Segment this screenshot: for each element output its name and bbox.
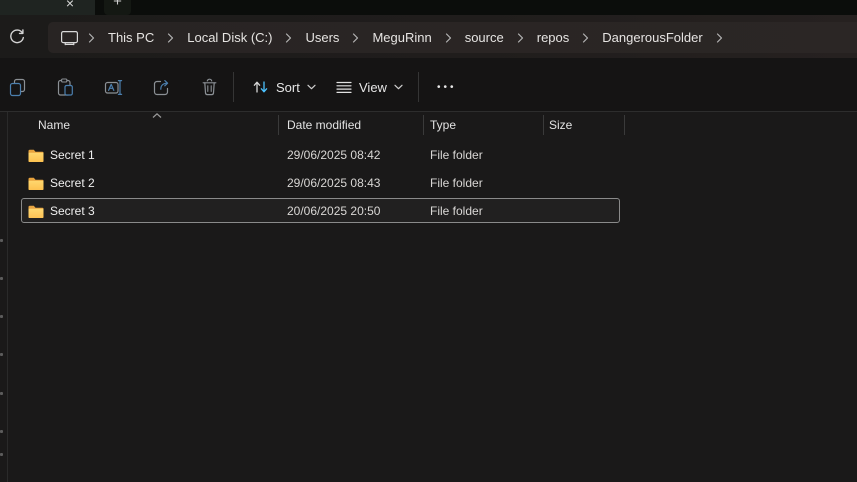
nav-pane-edge-dot [0,353,3,356]
breadcrumb-this-pc[interactable]: This PC [98,30,164,45]
see-more-icon: ••• [437,81,457,93]
explorer-tab[interactable]: × [0,0,95,15]
refresh-button[interactable] [8,27,28,47]
chevron-down-icon [307,84,316,90]
see-more-button[interactable]: ••• [431,72,463,102]
toolbar-separator [418,72,419,102]
delete-button[interactable] [197,75,221,99]
rename-button[interactable] [101,75,125,99]
sort-label: Sort [276,79,300,95]
tab-strip: × + [0,0,857,15]
file-row-secret-1[interactable]: Secret 1 29/06/2025 08:42 File folder [10,141,624,169]
breadcrumb-chevron-icon[interactable] [517,33,524,43]
trash-icon [200,78,219,97]
column-header-name[interactable]: Name [10,118,278,132]
file-type: File folder [430,176,483,190]
copy-button[interactable] [5,75,29,99]
rename-icon [104,78,123,97]
breadcrumb-chevron-icon[interactable] [352,33,359,43]
tab-close-icon[interactable]: × [62,0,78,13]
breadcrumb-chevron-icon[interactable] [285,33,292,43]
details-list: Name Date modified Type Size Secret 1 29… [10,112,625,225]
chevron-down-icon [394,84,403,90]
address-row: This PC Local Disk (C:) Users MeguRinn s… [0,15,857,58]
breadcrumb-chevron-icon [88,33,95,43]
column-resize-handle[interactable] [543,115,544,135]
share-icon [152,78,171,97]
file-name: Secret 1 [50,148,95,162]
sort-icon [252,79,269,95]
address-bar[interactable]: This PC Local Disk (C:) Users MeguRinn s… [48,22,857,53]
breadcrumb-chevron-icon[interactable] [445,33,452,43]
breadcrumb-source[interactable]: source [455,30,514,45]
sort-ascending-icon [151,112,163,119]
breadcrumb-megurinn[interactable]: MeguRinn [362,30,441,45]
paste-button[interactable] [53,75,77,99]
nav-pane-edge-dot [0,453,3,456]
nav-pane-edge-dot [0,315,3,318]
folder-icon [28,149,44,162]
folder-icon [28,205,44,218]
file-row-secret-2[interactable]: Secret 2 29/06/2025 08:43 File folder [10,169,624,197]
new-tab-button[interactable]: + [104,0,131,15]
nav-pane-edge-dot [0,239,3,242]
file-date-modified: 20/06/2025 20:50 [287,204,381,218]
breadcrumb-chevron-icon[interactable] [716,33,723,43]
view-label: View [359,79,387,95]
copy-icon [8,78,27,97]
breadcrumb-users[interactable]: Users [295,30,349,45]
nav-pane-edge-dot [0,277,3,280]
file-list-pane: Name Date modified Type Size Secret 1 29… [0,112,857,482]
column-header-size[interactable]: Size [543,118,624,132]
file-date-modified: 29/06/2025 08:43 [287,176,381,190]
file-date-modified: 29/06/2025 08:42 [287,148,381,162]
column-resize-handle[interactable] [278,115,279,135]
paste-icon [56,77,75,97]
file-type: File folder [430,148,483,162]
breadcrumb-chevron-icon[interactable] [167,33,174,43]
file-type: File folder [430,204,483,218]
file-row-secret-3[interactable]: Secret 3 20/06/2025 20:50 File folder [10,197,624,225]
plus-icon: + [113,0,122,10]
breadcrumb-dangerousfolder[interactable]: DangerousFolder [592,30,712,45]
navigation-pane-divider[interactable] [7,112,8,482]
column-header-row: Name Date modified Type Size [10,112,625,138]
sort-button[interactable]: Sort [248,72,320,102]
breadcrumb-repos[interactable]: repos [527,30,580,45]
breadcrumb-chevron-icon[interactable] [582,33,589,43]
view-icon [336,81,352,94]
nav-pane-edge-dot [0,392,3,395]
command-toolbar: Sort View ••• [0,58,857,112]
file-name: Secret 2 [50,176,95,190]
nav-pane-edge-dot [0,430,3,433]
column-header-date-modified[interactable]: Date modified [278,118,423,132]
refresh-icon [8,28,28,46]
column-header-type[interactable]: Type [423,118,543,132]
this-pc-icon [60,30,79,46]
file-name: Secret 3 [50,204,95,218]
view-button[interactable]: View [332,72,407,102]
file-explorer-window: × + This PC Local Disk (C:) Users MeguRi… [0,0,857,482]
breadcrumb-local-disk-c[interactable]: Local Disk (C:) [177,30,282,45]
column-resize-handle[interactable] [423,115,424,135]
column-resize-handle[interactable] [624,115,625,135]
share-button[interactable] [149,75,173,99]
toolbar-separator [233,72,234,102]
folder-icon [28,177,44,190]
